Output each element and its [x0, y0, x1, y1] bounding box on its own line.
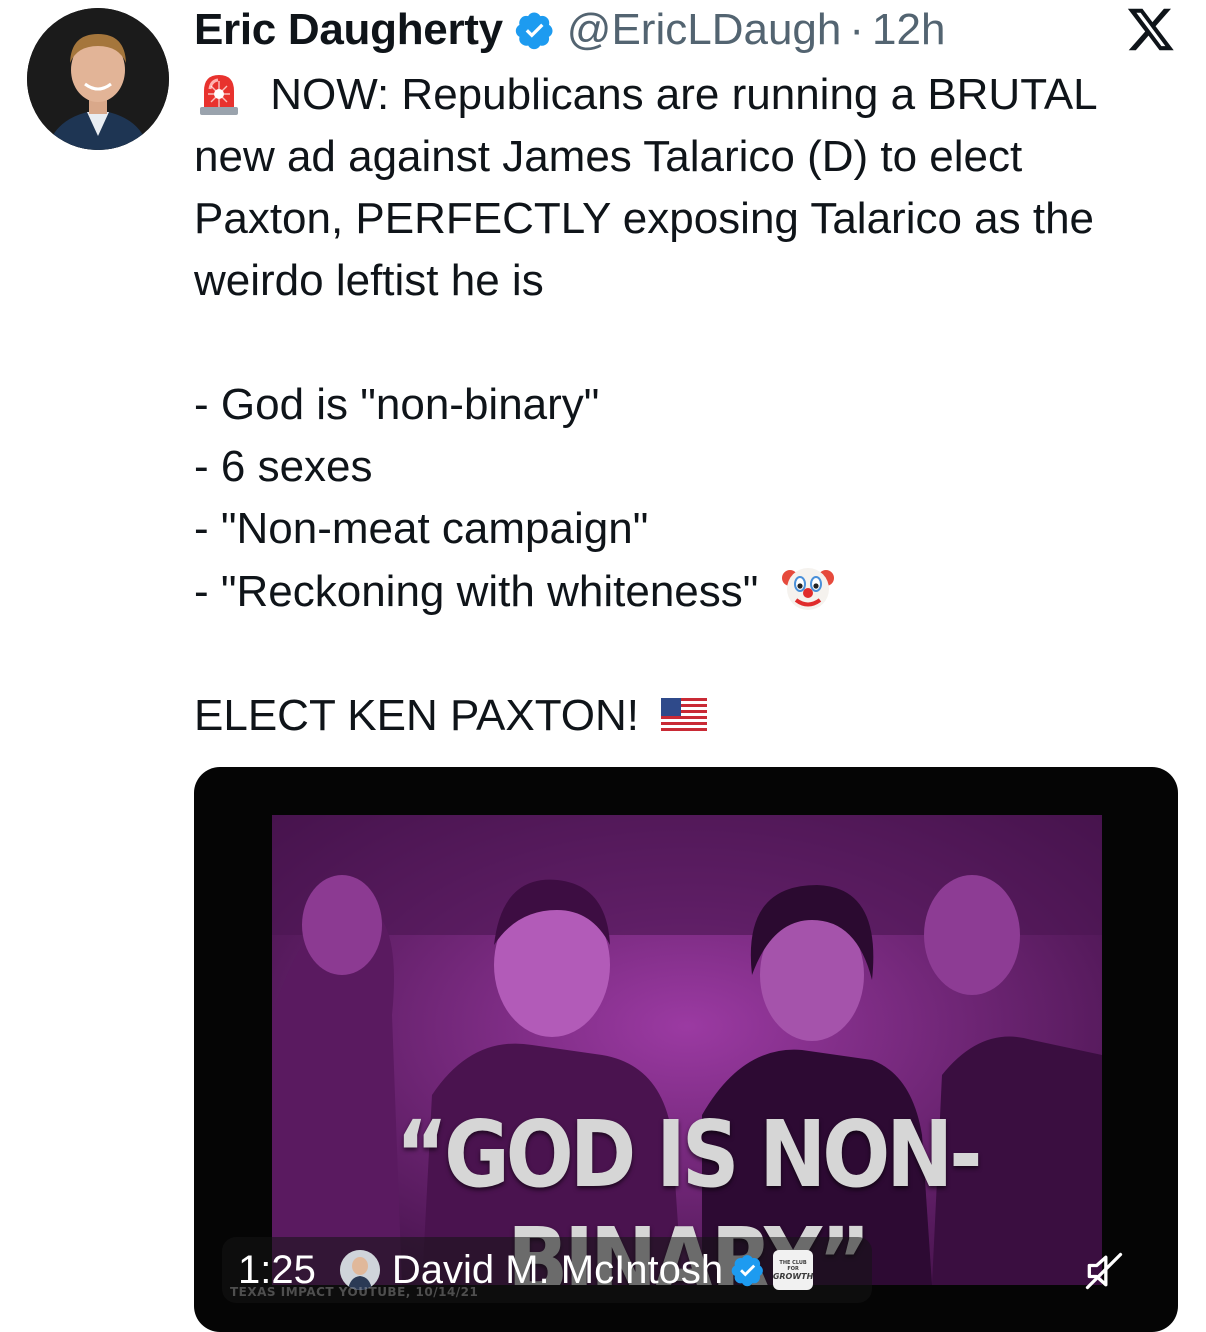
us-flag-emoji	[661, 698, 708, 732]
tweet-header: Eric Daugherty @EricLDaugh · 12h	[194, 0, 1184, 60]
verified-badge-icon	[515, 12, 553, 50]
author-display-name[interactable]: Eric Daugherty	[194, 5, 503, 55]
bullet-line: - "Reckoning with whiteness"	[194, 560, 1184, 623]
tweet-text: NOW: Republicans are running a BRUTAL ne…	[194, 64, 1184, 747]
police-siren-emoji	[200, 75, 238, 115]
bullet-line: - "Non-meat campaign"	[194, 504, 649, 553]
video-watermark: TEXAS IMPACT YOUTUBE, 10/14/21	[230, 1285, 479, 1299]
tweet-line: Paxton, PERFECTLY exposing Talarico as t…	[194, 194, 1095, 243]
tweet-closing: ELECT KEN PAXTON!	[194, 685, 1184, 747]
clown-face-emoji	[781, 568, 834, 610]
muted-speaker-icon[interactable]	[1082, 1249, 1126, 1293]
author-avatar[interactable]	[27, 8, 169, 150]
video-player[interactable]: “GOD IS NON-BINARY” 1:25 David M. McInto…	[194, 767, 1178, 1332]
tweet-line: weirdo leftist he is	[194, 256, 544, 305]
tweet-timestamp[interactable]: 12h	[872, 5, 945, 55]
header-separator: ·	[849, 5, 865, 54]
video-frame[interactable]: “GOD IS NON-BINARY”	[272, 815, 1102, 1285]
x-logo-icon[interactable]	[1126, 4, 1176, 54]
video-author-avatar[interactable]	[339, 1250, 380, 1290]
bullet-line: - God is "non-binary"	[194, 380, 600, 429]
author-handle[interactable]: @EricLDaugh	[567, 5, 842, 55]
affiliate-badge-icon: THE CLUB FOR GROWTH	[773, 1250, 813, 1290]
tweet-line: NOW: Republicans are running a BRUTAL	[194, 64, 1184, 126]
tweet-line: new ad against James Talarico (D) to ele…	[194, 132, 1023, 181]
bullet-line: - 6 sexes	[194, 442, 373, 491]
verified-badge-icon	[731, 1255, 763, 1287]
